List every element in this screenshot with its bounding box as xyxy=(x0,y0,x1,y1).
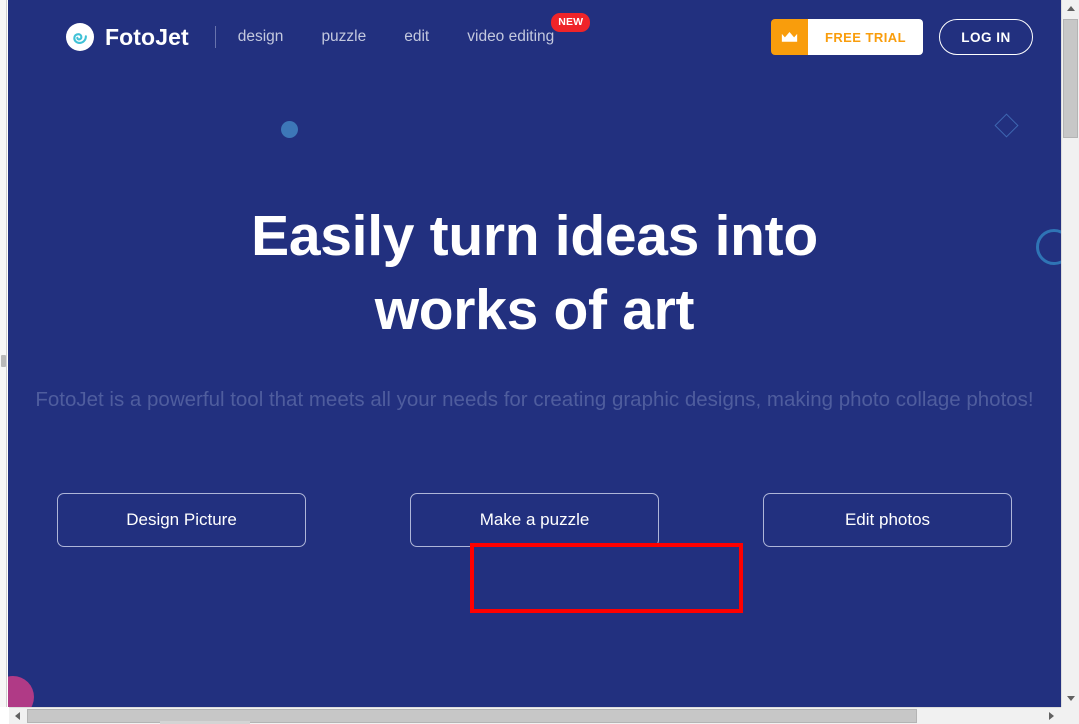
vertical-scrollbar[interactable] xyxy=(1061,0,1079,707)
horizontal-scrollbar[interactable] xyxy=(0,707,1079,724)
arrow-right-glyph xyxy=(1049,712,1054,720)
arrow-down-glyph xyxy=(1066,696,1075,701)
scroll-right-arrow-icon[interactable] xyxy=(1043,708,1060,724)
edit-photos-button[interactable]: Edit photos xyxy=(763,493,1012,548)
webpage-canvas: FotoJet design puzzle edit video editing… xyxy=(8,0,1061,707)
make-a-puzzle-button[interactable]: Make a puzzle xyxy=(410,493,659,548)
left-gutter xyxy=(0,0,7,707)
vertical-scrollbar-thumb[interactable] xyxy=(1063,19,1078,138)
browser-window: FotoJet design puzzle edit video editing… xyxy=(0,0,1079,724)
scrollbar-corner xyxy=(1061,707,1079,724)
hero-actions: Design Picture Make a puzzle Edit photos xyxy=(57,493,1012,548)
arrow-left-glyph xyxy=(15,712,20,720)
design-picture-button[interactable]: Design Picture xyxy=(57,493,306,548)
hero-title: Easily turn ideas into works of art xyxy=(251,204,818,342)
arrow-up-glyph xyxy=(1066,6,1075,11)
hero-subtitle: FotoJet is a powerful tool that meets al… xyxy=(35,388,1034,412)
hero-section: Easily turn ideas into works of art Foto… xyxy=(8,0,1061,707)
scroll-left-arrow-icon[interactable] xyxy=(9,708,26,724)
scrollbar-left-edge xyxy=(0,707,9,724)
scroll-down-arrow-icon[interactable] xyxy=(1062,690,1079,707)
left-gutter-handle[interactable] xyxy=(1,355,6,367)
scroll-up-arrow-icon[interactable] xyxy=(1062,0,1079,17)
